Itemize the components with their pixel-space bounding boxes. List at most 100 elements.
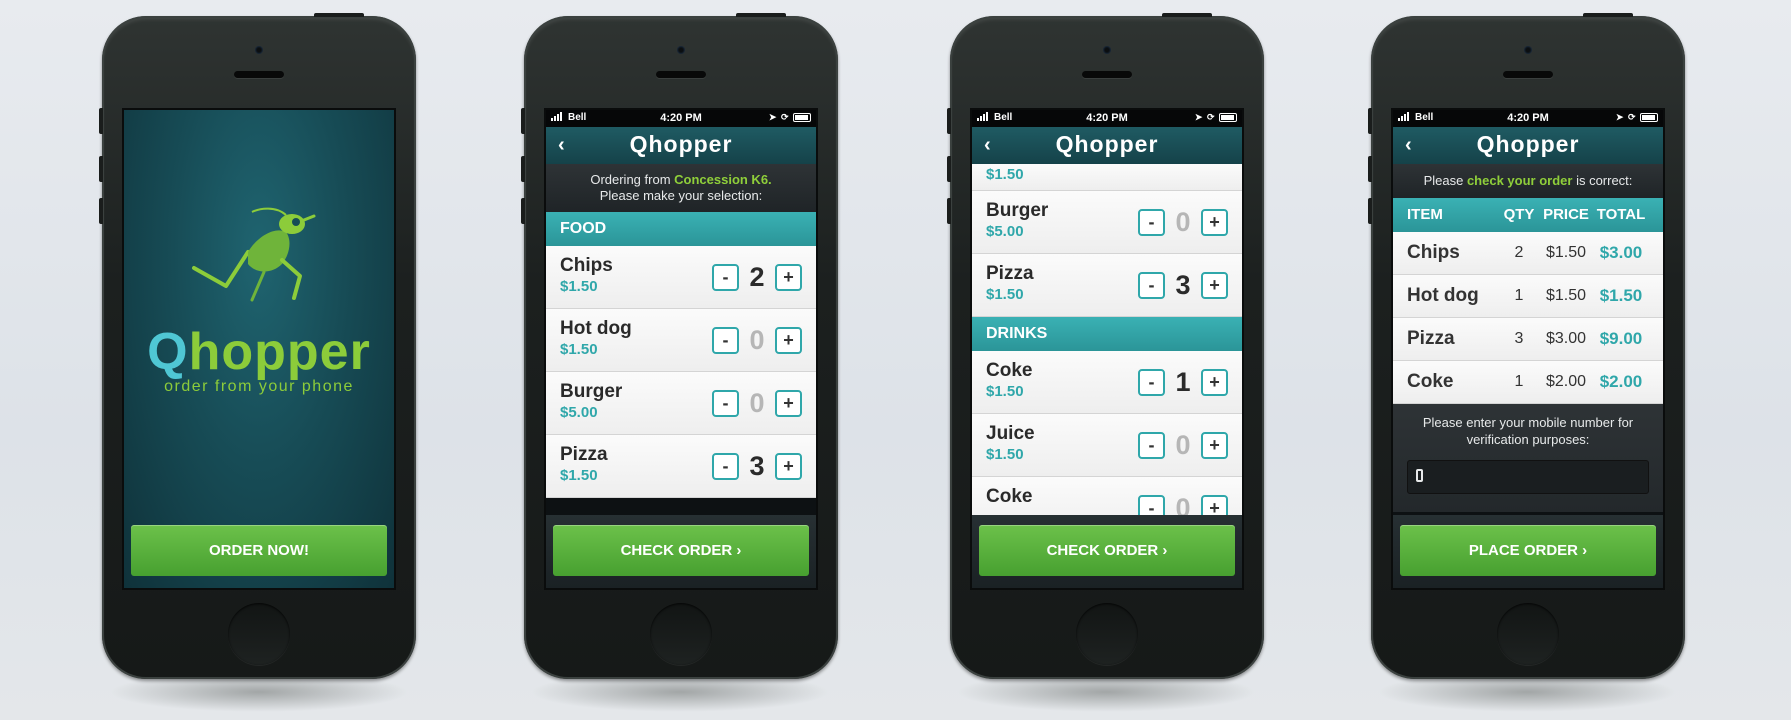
bottom-bar: ORDER NOW! bbox=[124, 515, 394, 588]
phone-order-review: Bell 4:20 PM ➤ ⟳ ‹ Qhopper Please check … bbox=[1368, 13, 1685, 679]
earpiece-speaker bbox=[1082, 71, 1132, 78]
intro-prefix: Ordering from bbox=[590, 172, 675, 187]
section-header-drinks: DRINKS bbox=[972, 317, 1242, 351]
front-camera bbox=[677, 46, 685, 54]
column-header-item: ITEM bbox=[1407, 206, 1443, 223]
chevron-right-icon: › bbox=[1162, 542, 1168, 559]
quantity-value: 0 bbox=[1175, 207, 1191, 237]
mobile-verification: Please enter your mobile number for veri… bbox=[1393, 404, 1663, 512]
venue-intro: Ordering from Concession K6. Please make… bbox=[546, 164, 816, 212]
front-camera bbox=[1524, 46, 1532, 54]
quantity-stepper: - 2 + bbox=[712, 262, 802, 293]
decrement-button[interactable]: - bbox=[1138, 272, 1165, 299]
mobile-number-field[interactable] bbox=[1407, 460, 1649, 494]
phone-menu-scrolled: Bell 4:20 PM ➤ ⟳ ‹ Qhopper $1.50 Burger … bbox=[947, 13, 1264, 679]
quantity-value: 3 bbox=[1175, 270, 1191, 300]
item-price: $1.50 bbox=[986, 286, 1024, 303]
location-arrow-icon: ➤ bbox=[1194, 112, 1204, 122]
review-intro: Please check your order is correct: bbox=[1393, 164, 1663, 198]
cell-total: $3.00 bbox=[1599, 243, 1643, 262]
cell-item: Chips bbox=[1407, 242, 1460, 263]
item-price: $1.50 bbox=[986, 446, 1024, 463]
mobile-phone-icon bbox=[1416, 469, 1423, 482]
nav-bar: ‹ Qhopper bbox=[972, 127, 1242, 164]
check-order-button[interactable]: CHECK ORDER › bbox=[979, 525, 1235, 576]
list-item: Pizza $1.50 - 3 + bbox=[546, 435, 816, 498]
volume-down-button bbox=[99, 198, 103, 224]
quantity-stepper: - 0 + bbox=[1138, 430, 1228, 461]
item-price: $1.50 bbox=[986, 383, 1024, 400]
splash-screen: Qhopper order from your phone ORDER NOW! bbox=[124, 110, 394, 588]
home-button[interactable] bbox=[1497, 603, 1559, 665]
quantity-stepper: - 0 + bbox=[1138, 207, 1228, 238]
increment-button[interactable]: + bbox=[1201, 432, 1228, 459]
cell-qty: 2 bbox=[1514, 244, 1524, 261]
phone-splash: Qhopper order from your phone ORDER NOW! bbox=[99, 13, 416, 679]
increment-button[interactable]: + bbox=[1201, 272, 1228, 299]
power-button bbox=[314, 13, 364, 17]
increment-button[interactable]: + bbox=[1201, 209, 1228, 236]
chevron-right-icon: › bbox=[736, 542, 742, 559]
home-button[interactable] bbox=[228, 603, 290, 665]
status-icons: ➤ ⟳ bbox=[1195, 112, 1237, 123]
decrement-button[interactable]: - bbox=[1138, 432, 1165, 459]
volume-down-button bbox=[1368, 198, 1372, 224]
cell-qty: 3 bbox=[1514, 330, 1524, 347]
list-item: Juice $1.50 - 0 + bbox=[972, 414, 1242, 477]
screen: Bell 4:20 PM ➤ ⟳ ‹ Qhopper Ordering from… bbox=[546, 110, 816, 588]
table-row: Hot dog 1 $1.50 $1.50 bbox=[1393, 275, 1663, 318]
phone-menu: Bell 4:20 PM ➤ ⟳ ‹ Qhopper Ordering from… bbox=[521, 13, 838, 679]
list-item: Burger $5.00 - 0 + bbox=[972, 191, 1242, 254]
increment-button[interactable]: + bbox=[775, 327, 802, 354]
location-arrow-icon: ➤ bbox=[768, 112, 778, 122]
nav-title: Qhopper bbox=[1476, 131, 1580, 157]
increment-button[interactable]: + bbox=[775, 390, 802, 417]
place-order-button[interactable]: PLACE ORDER › bbox=[1400, 525, 1656, 576]
decrement-button[interactable]: - bbox=[712, 390, 739, 417]
item-price: $1.50 bbox=[560, 341, 598, 358]
nav-bar: ‹ Qhopper bbox=[546, 127, 816, 164]
order-now-button[interactable]: ORDER NOW! bbox=[131, 525, 387, 576]
cell-item: Pizza bbox=[1407, 328, 1455, 349]
order-now-label: ORDER NOW! bbox=[209, 542, 309, 559]
table-row: Coke 1 $2.00 $2.00 bbox=[1393, 361, 1663, 404]
quantity-stepper: - 0 + bbox=[712, 325, 802, 356]
status-icons: ➤ ⟳ bbox=[769, 112, 811, 123]
cell-qty: 1 bbox=[1514, 287, 1524, 304]
location-arrow-icon: ➤ bbox=[1615, 112, 1625, 122]
cell-price: $3.00 bbox=[1545, 330, 1587, 347]
status-bar: Bell 4:20 PM ➤ ⟳ bbox=[1393, 110, 1663, 127]
decrement-button[interactable]: - bbox=[1138, 209, 1165, 236]
tagline: order from your phone bbox=[164, 378, 354, 395]
decrement-button[interactable]: - bbox=[1138, 369, 1165, 396]
intro-suffix: is correct: bbox=[1572, 173, 1633, 188]
increment-button[interactable]: + bbox=[775, 264, 802, 291]
decrement-button[interactable]: - bbox=[712, 264, 739, 291]
item-name: Burger bbox=[986, 200, 1049, 221]
home-button[interactable] bbox=[650, 603, 712, 665]
home-button[interactable] bbox=[1076, 603, 1138, 665]
item-price: $1.50 bbox=[560, 278, 598, 295]
bottom-bar: PLACE ORDER › bbox=[1393, 515, 1663, 588]
front-camera bbox=[255, 46, 263, 54]
check-order-button[interactable]: CHECK ORDER › bbox=[553, 525, 809, 576]
place-order-label: PLACE ORDER bbox=[1468, 542, 1578, 559]
item-name: Juice bbox=[986, 423, 1035, 444]
mute-switch bbox=[99, 108, 103, 134]
item-price: $1.50 bbox=[986, 166, 1024, 183]
decrement-button[interactable]: - bbox=[712, 327, 739, 354]
nav-title: Qhopper bbox=[1055, 131, 1159, 157]
volume-up-button bbox=[99, 156, 103, 182]
increment-button[interactable]: + bbox=[775, 453, 802, 480]
power-button bbox=[1583, 13, 1633, 17]
list-item: Pizza $1.50 - 3 + bbox=[972, 254, 1242, 317]
earpiece-speaker bbox=[1503, 71, 1553, 78]
cell-price: $2.00 bbox=[1545, 373, 1587, 390]
decrement-button[interactable]: - bbox=[712, 453, 739, 480]
section-header-food: FOOD bbox=[546, 212, 816, 246]
list-item: Coke $1.50 - 1 + bbox=[972, 351, 1242, 414]
check-order-label: CHECK ORDER bbox=[620, 542, 733, 559]
lock-rotation-icon: ⟳ bbox=[1627, 112, 1637, 122]
increment-button[interactable]: + bbox=[1201, 369, 1228, 396]
cell-price: $1.50 bbox=[1545, 244, 1587, 261]
